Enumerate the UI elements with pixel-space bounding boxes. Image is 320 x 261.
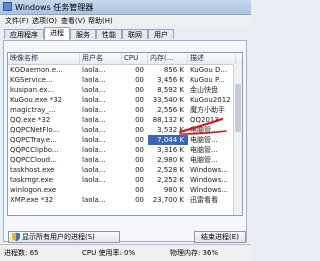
- status-bar: 进程数: 65 CPU 使用率: 0% 物理内存: 36%: [0, 244, 251, 261]
- red-arrow-annotation: [178, 117, 227, 135]
- status-cpu-usage: CPU 使用率: 0%: [82, 249, 136, 257]
- tab-applications[interactable]: 应用程序: [4, 29, 44, 39]
- menu-help[interactable]: 帮助(H): [88, 16, 113, 26]
- status-process-count: 进程数: 65: [4, 249, 39, 257]
- title-bar[interactable]: Windows 任务管理器: [0, 0, 251, 15]
- menu-options[interactable]: 选项(O): [32, 16, 57, 26]
- menu-bar: 文件(F) 选项(O) 查看(V) 帮助(H): [0, 15, 251, 26]
- tab-networking[interactable]: 联网: [122, 29, 148, 39]
- menu-file[interactable]: 文件(F): [5, 16, 29, 26]
- menu-view[interactable]: 查看(V): [61, 16, 85, 26]
- tab-users[interactable]: 用户: [148, 29, 174, 39]
- process-list[interactable]: 映像名称 用户名 CPU 内存(... 描述 KGDaemon.e... laol…: [7, 52, 243, 216]
- task-manager-icon: [3, 2, 12, 11]
- window-title: Windows 任务管理器: [15, 3, 94, 12]
- tab-processes[interactable]: 进程: [44, 27, 70, 40]
- end-process-button[interactable]: 结束进程(E): [194, 231, 246, 243]
- processes-panel: 映像名称 用户名 CPU 内存(... 描述 KGDaemon.e... laol…: [3, 40, 247, 243]
- uac-shield-icon: [12, 233, 20, 241]
- show-all-users-button[interactable]: 显示所有用户的进程(S): [8, 231, 120, 243]
- tab-performance[interactable]: 性能: [96, 29, 122, 39]
- tab-services[interactable]: 服务: [70, 29, 96, 39]
- status-physical-memory: 物理内存: 36%: [170, 249, 219, 257]
- tab-strip: 应用程序 进程 服务 性能 联网 用户: [0, 26, 251, 40]
